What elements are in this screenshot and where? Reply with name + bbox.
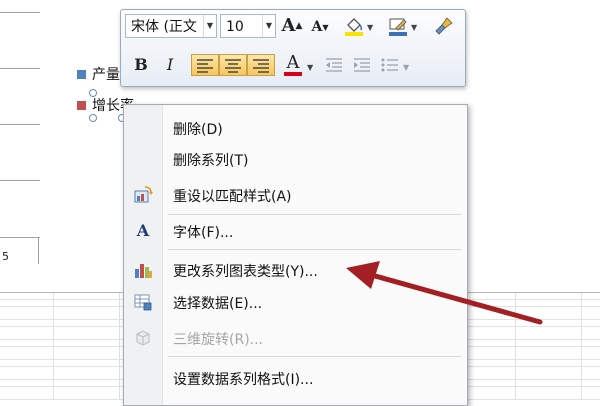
menu-item-label: 设置数据系列格式(I)... (173, 372, 314, 388)
menu-item-label: 选择数据(E)... (173, 296, 263, 312)
bullets-button[interactable] (379, 54, 401, 76)
font-color-glyph: A (286, 52, 300, 73)
menu-item-delete[interactable]: 删除(D) (124, 113, 467, 143)
chevron-down-icon[interactable]: ▼ (203, 15, 216, 37)
increase-indent-button[interactable] (351, 54, 373, 76)
chevron-down-icon[interactable]: ▼ (403, 63, 409, 72)
chevron-down-icon[interactable]: ▼ (411, 23, 417, 32)
font-color-swatch (284, 72, 302, 76)
paintbrush-icon (435, 17, 453, 35)
chart-gridline (0, 237, 40, 238)
menu-separator (168, 214, 461, 215)
menu-item-label: 删除系列(T) (173, 153, 249, 169)
font-size-value: 10 (226, 19, 244, 35)
align-left-button[interactable] (191, 54, 219, 76)
menu-item-font[interactable]: A 字体(F)... (124, 216, 467, 246)
increase-indent-icon (354, 58, 370, 72)
legend-label: 产量 (92, 67, 120, 83)
chevron-down-icon[interactable]: ▼ (262, 15, 275, 37)
outline-color-button[interactable] (387, 15, 409, 37)
font-icon: A (136, 221, 150, 240)
chart-gridline (0, 180, 40, 181)
format-painter-button[interactable] (433, 15, 455, 37)
decrease-indent-button[interactable] (323, 54, 345, 76)
menu-item-reset-style[interactable]: 重设以匹配样式(A) (124, 180, 467, 210)
paint-bucket-icon (345, 18, 363, 36)
menu-item-format-data-series[interactable]: 设置数据系列格式(I)... (124, 363, 467, 393)
align-center-button[interactable] (219, 54, 247, 76)
fill-color-button[interactable] (343, 15, 365, 37)
legend-swatch (77, 100, 86, 110)
menu-item-label: 更改系列图表类型(Y)... (173, 264, 318, 280)
align-left-icon (197, 59, 213, 73)
mini-toolbar: 宋体 (正文 ▼ 10 ▼ A▲ A▼ ▼ ▼ B I A ▼ ▼ (120, 9, 466, 87)
menu-item-select-data[interactable]: 选择数据(E)... (124, 287, 467, 317)
font-color-button[interactable]: A (282, 52, 304, 76)
font-name-value: 宋体 (正文 (131, 19, 197, 35)
font-size-combo[interactable]: 10 ▼ (220, 14, 276, 38)
legend-item-output[interactable]: 产量 (77, 64, 120, 84)
grow-font-button[interactable]: A▲ (281, 15, 303, 37)
legend-swatch (77, 69, 86, 79)
menu-item-label: 删除(D) (173, 122, 223, 138)
select-data-icon (133, 292, 153, 312)
shrink-font-glyph: A (311, 19, 323, 35)
font-name-combo[interactable]: 宋体 (正文 ▼ (125, 14, 217, 38)
selection-handle[interactable] (89, 114, 97, 122)
chart-gridline (0, 12, 40, 13)
reset-style-icon (133, 185, 153, 205)
chart-gridline (0, 124, 40, 125)
caret-up-icon: ▲ (295, 21, 303, 31)
italic-button[interactable]: I (159, 54, 181, 76)
pencil-icon (389, 18, 407, 36)
bullet-list-icon (381, 58, 398, 72)
menu-item-label: 三维旋转(R)... (173, 332, 264, 348)
menu-separator (168, 356, 461, 357)
axis-tick-label: 5 (2, 250, 9, 263)
menu-item-delete-series[interactable]: 删除系列(T) (124, 144, 467, 174)
chart-type-icon (133, 260, 153, 280)
chart-gridline (0, 68, 40, 69)
3d-rotation-icon (133, 328, 153, 348)
chevron-down-icon[interactable]: ▼ (307, 63, 313, 72)
bold-button[interactable]: B (130, 54, 152, 76)
menu-item-3d-rotation[interactable]: 三维旋转(R)... (124, 323, 467, 353)
menu-item-label: 重设以匹配样式(A) (173, 189, 292, 205)
align-center-icon (225, 59, 241, 73)
caret-down-icon: ▼ (322, 22, 329, 32)
menu-item-label: 字体(F)... (173, 225, 234, 241)
grow-font-glyph: A (281, 15, 296, 36)
menu-item-change-chart-type[interactable]: 更改系列图表类型(Y)... (124, 255, 467, 285)
menu-separator (168, 249, 461, 250)
align-right-button[interactable] (247, 54, 275, 76)
chevron-down-icon[interactable]: ▼ (367, 23, 373, 32)
align-right-icon (253, 59, 269, 73)
decrease-indent-icon (326, 58, 342, 72)
context-menu: 删除(D) 删除系列(T) 重设以匹配样式(A) A 字体(F)... 更改系列… (123, 104, 468, 406)
selection-handle[interactable] (89, 89, 97, 97)
shrink-font-button[interactable]: A▼ (309, 16, 331, 38)
chart-axis-line (38, 238, 39, 264)
